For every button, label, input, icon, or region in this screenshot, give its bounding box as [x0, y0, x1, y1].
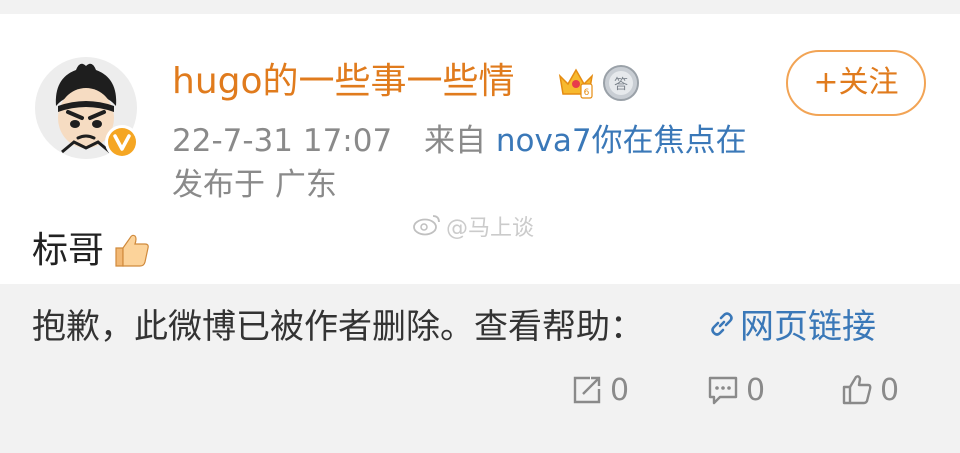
like-icon — [842, 374, 872, 404]
medal-icon: 答 — [602, 64, 640, 102]
svg-text:6: 6 — [584, 88, 590, 98]
verified-icon — [104, 124, 140, 160]
repost-button[interactable]: 0 — [570, 370, 629, 412]
comment-icon — [708, 376, 738, 404]
post-card: hugo的一些事一些情 6 答 +关注 22-7-31 17:07 来自 nov… — [0, 14, 960, 284]
follow-button[interactable]: +关注 — [786, 50, 926, 116]
username-link[interactable]: hugo的一些事一些情 — [172, 60, 515, 104]
watermark-text: @马上谈 — [446, 216, 535, 241]
web-link-label: 网页链接 — [740, 307, 876, 347]
web-link[interactable]: 网页链接 — [708, 304, 876, 350]
watermark: @马上谈 — [412, 212, 534, 246]
thumbs-up-icon — [112, 230, 152, 270]
svg-text:答: 答 — [614, 76, 628, 93]
link-icon — [708, 304, 736, 350]
post-time: 22-7-31 17:07 — [172, 123, 393, 159]
deleted-notice: 抱歉，此微博已被作者删除。查看帮助： — [32, 307, 644, 347]
source-link[interactable]: nova7你在焦点在 — [496, 123, 747, 159]
like-count: 0 — [880, 373, 900, 408]
post-location: 发布于 广东 — [172, 167, 337, 203]
like-button[interactable]: 0 — [840, 370, 899, 412]
repost-count: 0 — [610, 373, 630, 408]
post-meta: 22-7-31 17:07 来自 nova7你在焦点在 — [172, 120, 747, 162]
source-prefix: 来自 — [424, 123, 487, 159]
crown-icon: 6 — [556, 62, 596, 102]
weibo-logo-icon — [412, 212, 442, 246]
repost-icon — [573, 376, 601, 403]
comment-button[interactable]: 0 — [706, 370, 765, 412]
post-text: 标哥 — [32, 230, 105, 271]
comment-count: 0 — [746, 373, 766, 408]
